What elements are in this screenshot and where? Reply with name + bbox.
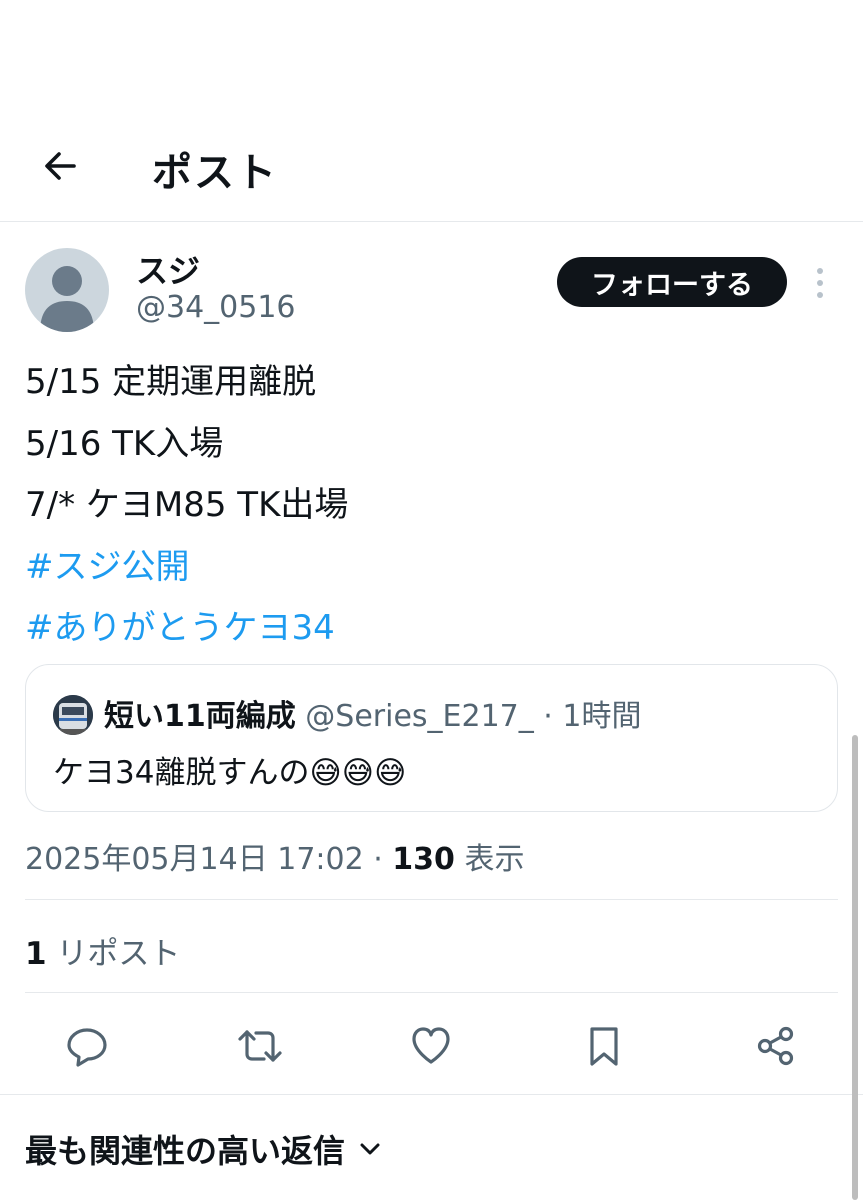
header: ポスト [0,0,863,222]
divider [25,992,838,993]
quote-avatar [53,695,93,735]
quote-author-meta: @Series_E217_ · 1時間 [305,699,642,734]
quote-header: 短い11両編成 @Series_E217_ · 1時間 [104,691,641,735]
hashtag-link[interactable]: #ありがとうケヨ34 [25,598,835,660]
quote-author-name: 短い11両編成 [104,699,296,734]
repost-count[interactable]: 1 リポスト [25,928,180,973]
share-icon [757,1026,794,1066]
repost-button[interactable] [236,1022,284,1070]
post-date[interactable]: 2025年05月14日 17:02 [25,842,364,877]
like-button[interactable] [407,1022,455,1070]
reply-button[interactable] [63,1022,111,1070]
avatar[interactable] [25,248,109,332]
train-photo-icon [53,695,93,735]
default-avatar-icon [40,266,94,332]
divider [0,1094,863,1095]
author-name[interactable]: スジ [136,246,200,292]
reply-icon [67,1028,107,1067]
divider [25,899,838,900]
bookmark-button[interactable] [580,1022,628,1070]
scrollbar[interactable] [852,735,858,1200]
post-timestamp: 2025年05月14日 17:02 · 130 表示 [25,842,525,877]
quoted-post[interactable]: 短い11両編成 @Series_E217_ · 1時間 ケヨ34離脱すんの😅😅😅 [25,664,838,812]
post-line: 5/15 定期運用離脱 [25,362,317,402]
view-count: 130 [392,842,455,877]
hashtag-link[interactable]: #スジ公開 [25,537,835,599]
back-button[interactable] [36,142,84,190]
repost-count-number: 1 [25,936,47,972]
bookmark-icon [590,1027,618,1066]
page-title: ポスト [152,150,278,196]
view-count-label: 表示 [464,842,525,877]
replies-sort-label: 最も関連性の高い返信 [25,1132,346,1170]
author-handle[interactable]: @34_0516 [136,290,296,325]
more-vertical-icon [817,268,823,274]
post-line: 5/16 TK入場 [25,423,224,464]
repost-icon [238,1030,282,1062]
more-options-button[interactable] [806,264,834,302]
repost-count-label: リポスト [56,936,181,972]
post-detail-page: ポスト スジ @34_0516 フォローする 5/15 定期運用離脱 5/16 … [0,0,863,1200]
share-button[interactable] [752,1022,800,1070]
follow-button[interactable]: フォローする [557,257,787,307]
replies-sort-dropdown[interactable]: 最も関連性の高い返信 [25,1126,381,1172]
quote-text: ケヨ34離脱すんの😅😅😅 [53,755,407,791]
post-text: 5/15 定期運用離脱 5/16 TK入場 7/* ケヨM85 TK出場 #スジ… [25,352,835,660]
arrow-left-icon [45,152,76,180]
like-icon [412,1027,450,1064]
post-line: 7/* ケヨM85 TK出場 [25,485,349,525]
chevron-down-icon [360,1143,380,1155]
